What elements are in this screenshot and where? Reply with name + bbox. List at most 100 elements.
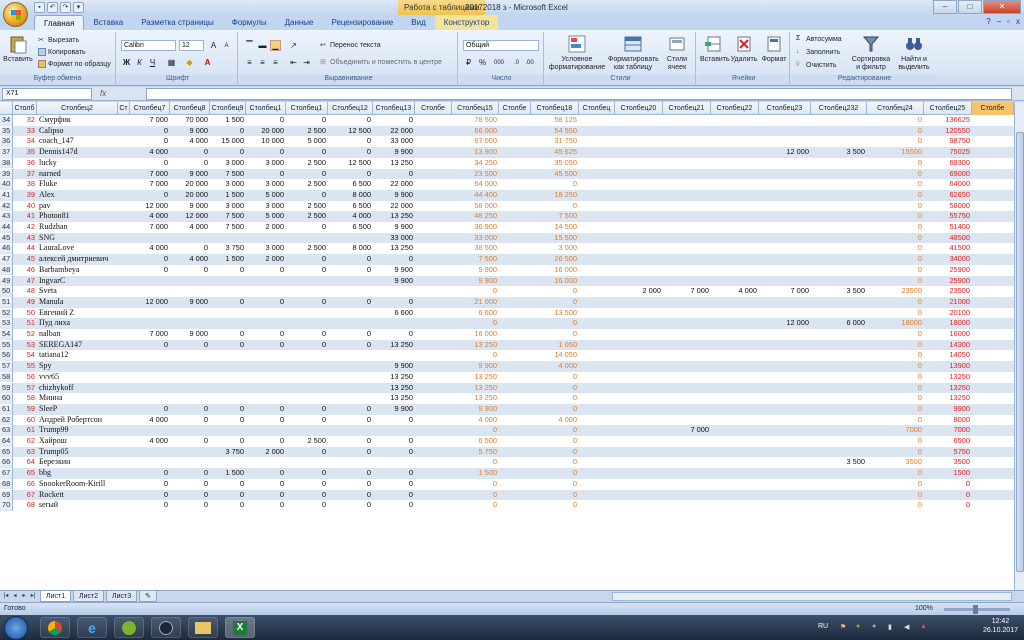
column-header[interactable]: Столбец13 [373, 102, 415, 115]
table-cell[interactable]: 0 [531, 468, 579, 479]
table-cell[interactable] [711, 136, 759, 147]
player-name-cell[interactable]: Dennis147d [37, 147, 118, 158]
table-cell[interactable]: 0 [246, 490, 286, 501]
table-cell[interactable]: 0 [867, 436, 924, 447]
table-cell[interactable] [711, 297, 759, 308]
table-cell[interactable]: 12 000 [759, 147, 811, 158]
format-as-table-button[interactable]: Форматировать как таблицу [608, 34, 659, 72]
table-cell[interactable]: 14050 [924, 350, 972, 361]
table-cell[interactable]: 7 000 [663, 286, 711, 297]
table-cell[interactable]: 0 [328, 136, 373, 147]
table-cell[interactable]: 0 [867, 361, 924, 372]
table-cell[interactable]: 3 000 [246, 243, 286, 254]
table-cell[interactable] [286, 372, 328, 383]
internet-explorer-icon[interactable]: e [77, 617, 107, 638]
row-header[interactable]: 47 [0, 254, 13, 265]
table-cell[interactable]: 0 [452, 425, 499, 436]
table-cell[interactable] [615, 222, 663, 233]
row-header[interactable]: 38 [0, 157, 13, 169]
table-cell[interactable]: 0 [328, 340, 373, 351]
table-cell[interactable]: 0 [286, 265, 328, 276]
table-cell[interactable]: 0 [867, 468, 924, 479]
player-name-cell[interactable]: Хайрош [37, 436, 118, 447]
row-header[interactable]: 56 [0, 350, 13, 362]
cut-button[interactable]: ✂ Вырезать [38, 36, 79, 44]
player-name-cell[interactable]: Rockett [37, 490, 118, 501]
table-cell[interactable] [811, 383, 867, 394]
table-cell[interactable] [170, 308, 210, 319]
player-name-cell[interactable]: Смурфик [37, 115, 118, 126]
table-cell[interactable]: 9 000 [170, 169, 210, 180]
table-cell[interactable] [711, 457, 759, 468]
table-cell[interactable]: 56 [13, 372, 37, 383]
table-cell[interactable] [663, 297, 711, 308]
table-cell[interactable]: 0 [373, 447, 415, 458]
table-cell[interactable]: 0 [373, 115, 415, 126]
table-cell[interactable]: 13 250 [373, 383, 415, 394]
table-cell[interactable]: 21000 [924, 297, 972, 308]
table-cell[interactable]: 12 000 [118, 297, 170, 308]
table-cell[interactable]: 0 [452, 500, 499, 511]
align-middle-icon[interactable]: ▬ [257, 40, 268, 51]
utorrent-icon[interactable] [114, 617, 144, 638]
table-cell[interactable] [759, 500, 811, 511]
row-header[interactable]: 51 [0, 296, 13, 308]
merge-center-button[interactable]: ⊞ Объединить и поместить в центре [320, 58, 442, 66]
table-cell[interactable]: 9 900 [373, 147, 415, 158]
table-cell[interactable] [328, 372, 373, 383]
table-cell[interactable]: 4 000 [118, 147, 170, 158]
table-cell[interactable]: 0 [452, 479, 499, 490]
table-cell[interactable]: 0 [452, 318, 499, 329]
table-cell[interactable]: 1500 [924, 468, 972, 479]
table-cell[interactable] [811, 415, 867, 426]
tab-insert[interactable]: Вставка [84, 15, 132, 30]
table-cell[interactable]: 13 250 [373, 211, 415, 222]
table-cell[interactable] [615, 243, 663, 254]
table-cell[interactable]: 50 [13, 308, 37, 319]
table-cell[interactable] [615, 318, 663, 329]
player-name-cell[interactable]: Березкин [37, 457, 118, 468]
table-cell[interactable]: 66 000 [452, 126, 499, 137]
table-cell[interactable] [759, 468, 811, 479]
thousands-button[interactable]: 000 [491, 57, 507, 68]
table-cell[interactable] [759, 297, 811, 308]
table-cell[interactable]: 0 [531, 383, 579, 394]
table-cell[interactable] [663, 361, 711, 372]
table-cell[interactable]: 14300 [924, 340, 972, 351]
fill-button[interactable]: ↓ Заполнить [796, 48, 840, 56]
table-cell[interactable] [663, 383, 711, 394]
table-cell[interactable]: 6 600 [373, 308, 415, 319]
table-cell[interactable] [663, 500, 711, 511]
table-cell[interactable] [286, 276, 328, 287]
table-cell[interactable]: 0 [118, 190, 170, 201]
column-header[interactable]: Столбец24 [867, 102, 924, 115]
table-cell[interactable]: 2 500 [286, 158, 328, 169]
table-cell[interactable]: 3 000 [246, 201, 286, 212]
table-cell[interactable] [663, 436, 711, 447]
table-cell[interactable] [711, 468, 759, 479]
table-cell[interactable] [615, 479, 663, 490]
row-header[interactable]: 50 [0, 286, 13, 297]
table-cell[interactable] [759, 265, 811, 276]
table-cell[interactable]: 6 500 [328, 201, 373, 212]
player-name-cell[interactable]: Минна [37, 393, 118, 404]
table-cell[interactable]: 0 [170, 340, 210, 351]
table-cell[interactable] [663, 126, 711, 137]
table-cell[interactable] [663, 404, 711, 415]
table-cell[interactable]: 0 [210, 126, 246, 137]
table-cell[interactable] [759, 115, 811, 126]
table-cell[interactable]: 34 250 [452, 158, 499, 169]
table-cell[interactable]: 0 [867, 190, 924, 201]
table-cell[interactable]: 34 [13, 136, 37, 147]
table-cell[interactable]: 12 000 [759, 318, 811, 329]
table-cell[interactable]: 18 250 [531, 190, 579, 201]
table-cell[interactable]: 33 000 [452, 233, 499, 244]
table-cell[interactable] [373, 318, 415, 329]
table-cell[interactable]: 4 000 [170, 254, 210, 265]
table-cell[interactable] [711, 158, 759, 169]
table-cell[interactable] [711, 500, 759, 511]
table-cell[interactable]: 3 000 [246, 179, 286, 190]
table-cell[interactable] [663, 265, 711, 276]
column-header[interactable]: Ст [118, 102, 130, 115]
table-cell[interactable]: 6 600 [452, 308, 499, 319]
